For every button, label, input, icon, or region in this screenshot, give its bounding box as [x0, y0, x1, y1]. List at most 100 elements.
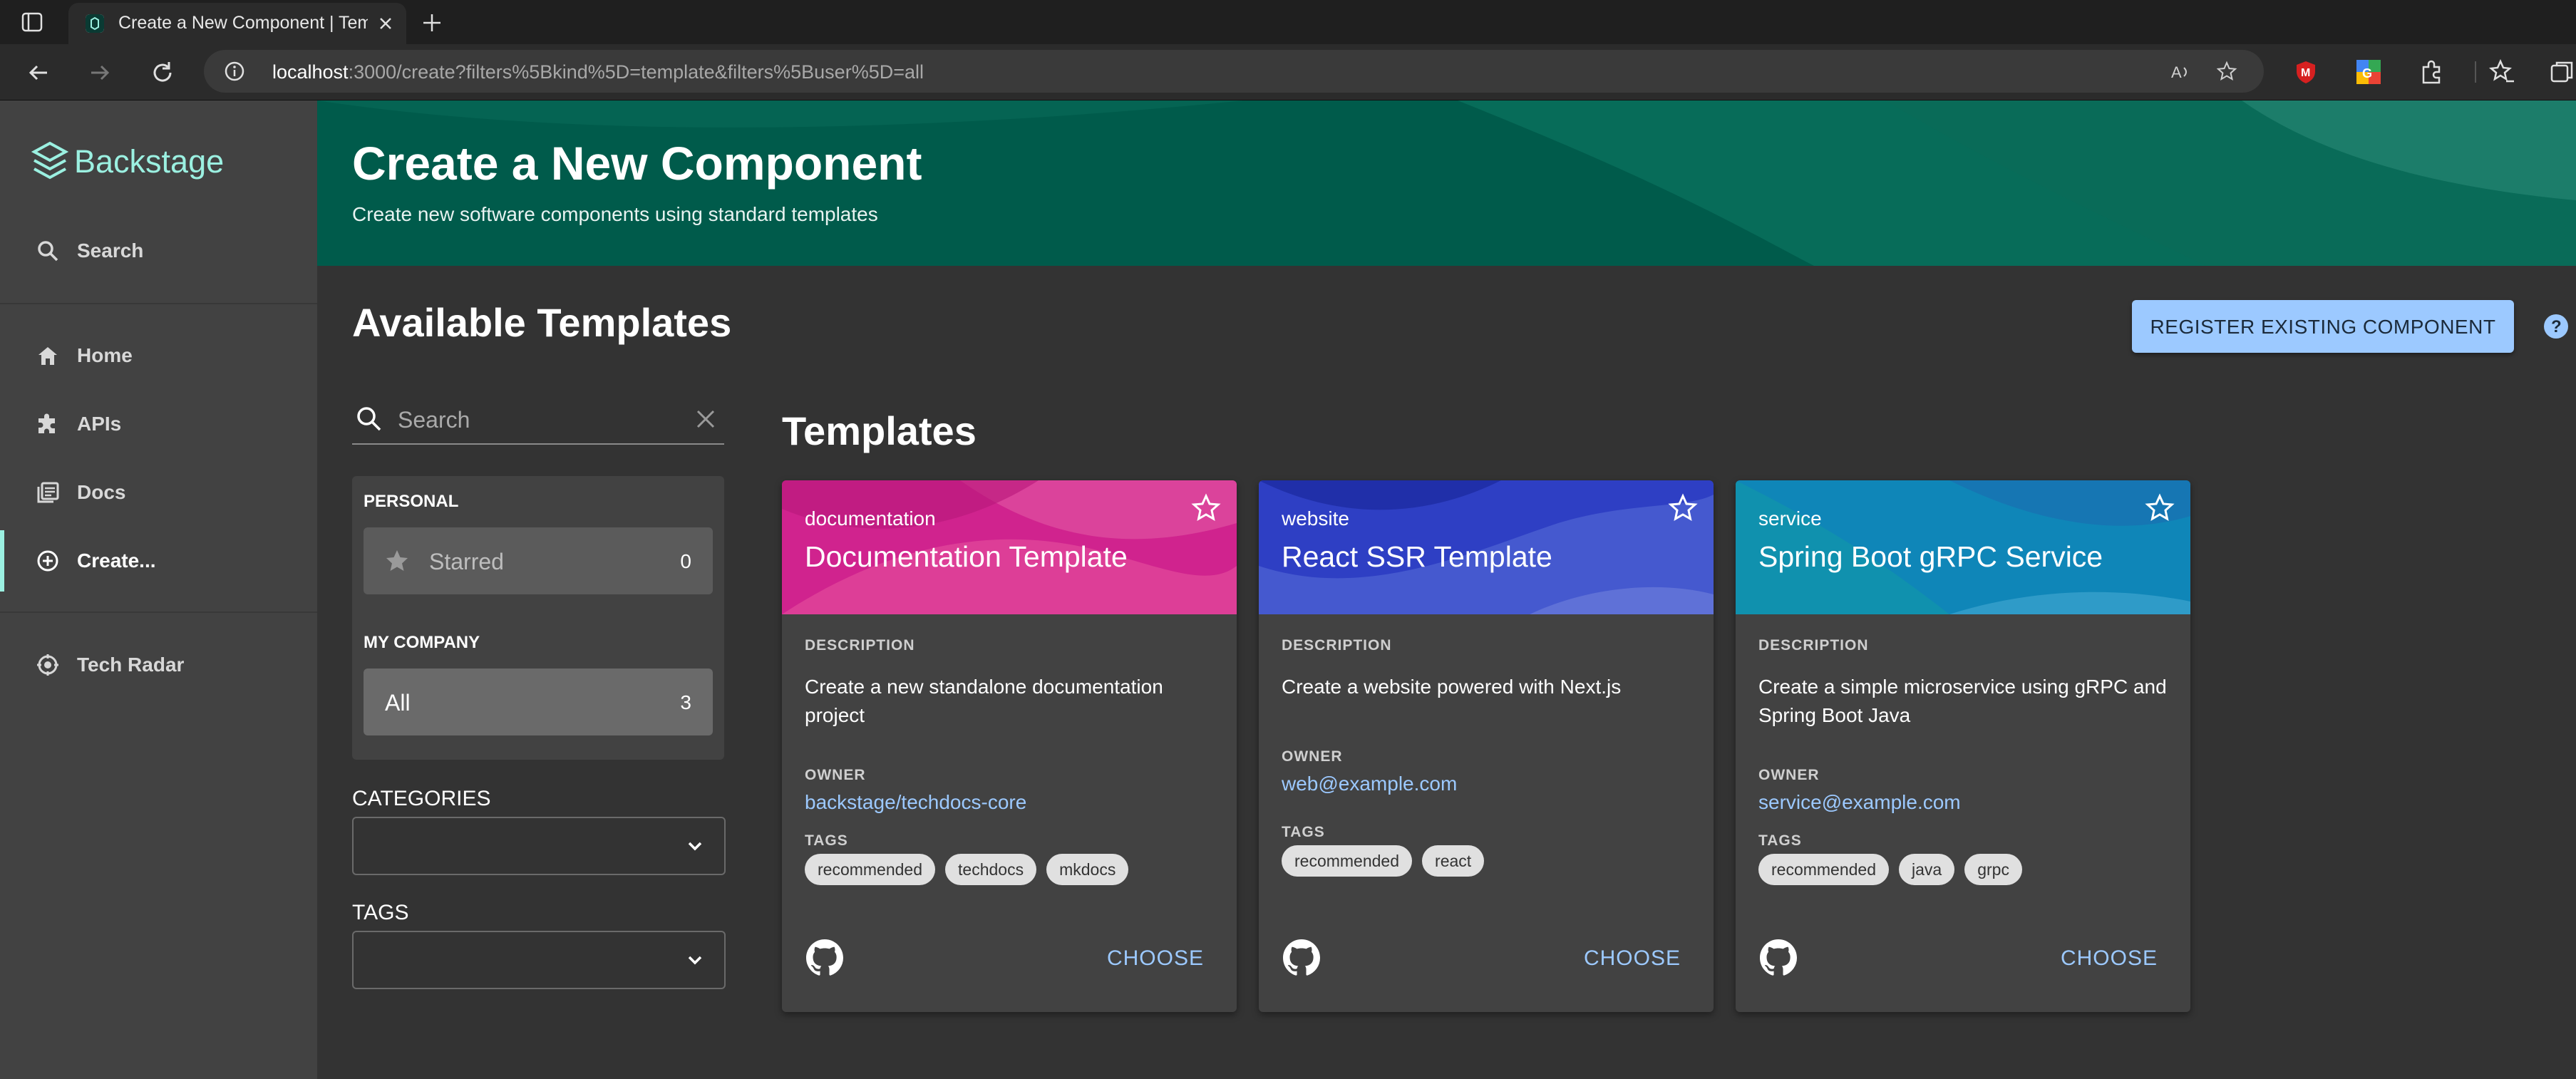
home-icon — [36, 344, 60, 368]
page-title: Create a New Component — [352, 137, 922, 190]
page-header: Create a New Component Create new softwa… — [317, 100, 2576, 266]
new-tab-icon[interactable] — [419, 10, 445, 36]
tab-title: Create a New Component | Temp — [118, 13, 368, 33]
sidebar-divider — [0, 303, 317, 304]
sidebar-divider — [0, 611, 317, 613]
register-existing-component-button[interactable]: REGISTER EXISTING COMPONENT — [2132, 300, 2514, 353]
add-favorite-icon[interactable] — [2216, 61, 2240, 83]
card-type: website — [1282, 507, 1349, 530]
chevron-down-icon — [683, 834, 707, 858]
personal-heading: PERSONAL — [364, 492, 459, 511]
tag-chip[interactable]: techdocs — [945, 854, 1037, 885]
tag-chip[interactable]: recommended — [805, 854, 936, 885]
search-input[interactable] — [396, 403, 670, 436]
backstage-favicon-icon — [86, 14, 104, 33]
templates-heading: Templates — [782, 408, 977, 453]
sidebar-item-docs[interactable]: Docs — [0, 462, 317, 523]
favorite-star-icon[interactable] — [2145, 493, 2175, 523]
tag-chip[interactable]: grpc — [1964, 854, 2022, 885]
search-icon — [36, 239, 60, 263]
tags-label: TAGS — [352, 901, 409, 924]
card-description: Create a new standalone documentation pr… — [805, 676, 1163, 726]
radar-icon — [36, 653, 60, 677]
tags-select[interactable] — [352, 931, 726, 989]
star-icon — [385, 549, 409, 573]
help-icon[interactable]: ? — [2542, 312, 2570, 341]
starred-count: 0 — [680, 550, 691, 572]
owner-label: OWNER — [805, 767, 866, 783]
description-label: DESCRIPTION — [805, 637, 915, 654]
back-icon[interactable] — [24, 58, 53, 87]
sidebar-item-tech-radar[interactable]: Tech Radar — [0, 634, 317, 696]
page-subtitle: Create new software components using sta… — [352, 203, 878, 225]
favorite-star-icon[interactable] — [1191, 493, 1221, 523]
all-count: 3 — [680, 691, 691, 713]
url-path: :3000/create?filters%5Bkind%5D=template&… — [348, 61, 924, 83]
tag-chip[interactable]: java — [1899, 854, 1955, 885]
site-info-icon[interactable] — [224, 61, 245, 82]
card-title: Spring Boot gRPC Service — [1758, 540, 2103, 573]
register-button-label: REGISTER EXISTING COMPONENT — [2150, 316, 2496, 338]
collections-icon[interactable] — [2549, 58, 2576, 86]
categories-select[interactable] — [352, 817, 726, 875]
browser-tab[interactable]: Create a New Component | Temp — [68, 3, 406, 44]
template-card-website: website React SSR Template DESCRIPTION C… — [1259, 480, 1714, 1012]
translate-extension-icon[interactable]: G — [2355, 58, 2382, 86]
sidebar-item-home[interactable]: Home — [0, 325, 317, 386]
sidebar-item-label: Search — [77, 239, 144, 262]
add-circle-icon — [36, 549, 60, 573]
tag-chip[interactable]: react — [1422, 845, 1485, 877]
sidebar-item-create[interactable]: Create... — [0, 530, 317, 592]
clear-search-icon[interactable] — [691, 405, 720, 433]
svg-text:M: M — [2301, 67, 2310, 79]
card-title: React SSR Template — [1282, 540, 1552, 573]
owner-link[interactable]: backstage/techdocs-core — [805, 791, 1026, 814]
reload-icon[interactable] — [148, 58, 177, 87]
tab-actions-icon[interactable] — [20, 10, 44, 34]
close-tab-icon[interactable] — [375, 13, 396, 34]
favorite-star-icon[interactable] — [1668, 493, 1698, 523]
template-card-documentation: documentation Documentation Template DES… — [782, 480, 1237, 1012]
backstage-logo-icon — [31, 140, 69, 183]
svg-text:?: ? — [2551, 317, 2562, 336]
sidebar-item-label: Home — [77, 344, 133, 366]
template-search — [352, 396, 724, 445]
favorites-icon[interactable] — [2489, 58, 2516, 86]
github-icon[interactable] — [1283, 939, 1320, 976]
docs-icon — [36, 480, 60, 505]
browser-tab-bar: Create a New Component | Temp — [0, 0, 2576, 44]
choose-button[interactable]: CHOOSE — [1107, 946, 1204, 971]
forward-icon[interactable] — [86, 58, 114, 87]
sidebar-item-label: Docs — [77, 481, 126, 503]
tags-label: TAGS — [1758, 832, 1802, 849]
shield-extension-icon[interactable]: M — [2292, 58, 2319, 86]
starred-filter[interactable]: Starred 0 — [364, 527, 713, 594]
card-description: Create a simple microservice using gRPC … — [1758, 676, 2167, 726]
tags-label: TAGS — [1282, 824, 1325, 840]
choose-button[interactable]: CHOOSE — [2061, 946, 2158, 971]
url-field[interactable]: localhost:3000/create?filters%5Bkind%5D=… — [204, 50, 2264, 93]
tag-chip[interactable]: mkdocs — [1046, 854, 1129, 885]
all-filter[interactable]: All 3 — [364, 668, 713, 735]
card-header: documentation Documentation Template — [782, 480, 1237, 614]
description-label: DESCRIPTION — [1758, 637, 1869, 654]
choose-button[interactable]: CHOOSE — [1584, 946, 1681, 971]
card-description: Create a website powered with Next.js — [1282, 676, 1622, 698]
github-icon[interactable] — [806, 939, 843, 976]
tag-chip[interactable]: recommended — [1758, 854, 1890, 885]
owner-link[interactable]: service@example.com — [1758, 791, 1961, 814]
card-title: Documentation Template — [805, 540, 1128, 573]
extensions-icon[interactable] — [2418, 58, 2445, 86]
read-aloud-icon[interactable]: A — [2170, 61, 2193, 83]
sidebar-item-search[interactable]: Search — [0, 220, 317, 282]
categories-label: CATEGORIES — [352, 787, 491, 810]
github-icon[interactable] — [1760, 939, 1797, 976]
sidebar-item-label: Tech Radar — [77, 654, 185, 676]
logo-text: Backstage — [74, 143, 225, 180]
sidebar: Backstage Search Home APIs Docs Create..… — [0, 100, 317, 1079]
tag-list: recommended techdocs mkdocs — [805, 854, 1138, 887]
tag-chip[interactable]: recommended — [1282, 845, 1413, 877]
owner-link[interactable]: web@example.com — [1282, 773, 1457, 795]
sidebar-item-apis[interactable]: APIs — [0, 393, 317, 455]
all-label: All — [385, 690, 411, 716]
